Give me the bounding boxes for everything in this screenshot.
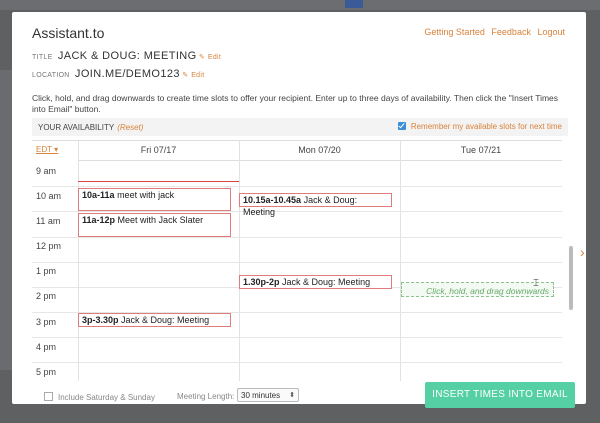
background-panel: [0, 70, 12, 370]
hour-label: 1 pm: [36, 266, 57, 276]
weekend-checkbox[interactable]: [44, 392, 53, 401]
day-header-tue: Tue 07/21: [400, 141, 562, 161]
current-time-line: [78, 181, 239, 182]
hour-label: 3 pm: [36, 317, 57, 327]
background-app-strip: [0, 0, 600, 10]
day-header-mon: Mon 07/20: [239, 141, 400, 161]
timezone-selector[interactable]: EDT ▾: [36, 145, 58, 154]
app-title: Assistant.to: [32, 25, 105, 41]
location-label: LOCATION: [32, 72, 70, 79]
logout-link[interactable]: Logout: [537, 27, 565, 37]
new-slot-drag-area[interactable]: Click, hold, and drag downwards: [401, 282, 554, 297]
hour-line: [32, 186, 562, 187]
title-field: TITLE JACK & DOUG: MEETING ✎ Edit: [32, 50, 221, 62]
hour-label: 4 pm: [36, 342, 57, 352]
column-divider: [239, 141, 240, 381]
hour-label: 5 pm: [36, 367, 57, 377]
pencil-icon[interactable]: ✎: [182, 71, 188, 79]
title-label: TITLE: [32, 54, 53, 61]
text-cursor-icon: ⌶: [533, 278, 539, 289]
day-header-fri: Fri 07/17: [78, 141, 239, 161]
meeting-length-select[interactable]: 30 minutes ⬍: [237, 388, 299, 402]
edit-location-link[interactable]: Edit: [191, 72, 204, 79]
hour-line: [32, 211, 562, 212]
availability-label: YOUR AVAILABILITY: [38, 123, 115, 132]
calendar-event[interactable]: 10a-11a meet with jack: [78, 188, 231, 211]
remember-label: Remember my available slots for next tim…: [410, 122, 562, 131]
location-field: LOCATION JOIN.ME/DEMO123 ✎ Edit: [32, 68, 204, 80]
hour-line: [32, 362, 562, 363]
feedback-link[interactable]: Feedback: [491, 27, 531, 37]
background-tab: [345, 0, 363, 8]
calendar-event[interactable]: 10.15a-10.45a Jack & Doug: Meeting: [239, 193, 392, 217]
calendar-event[interactable]: 11a-12p Meet with Jack Slater: [78, 213, 231, 237]
hour-line: [32, 262, 562, 263]
select-arrows-icon: ⬍: [289, 392, 295, 399]
include-weekend-option[interactable]: Include Saturday & Sunday: [44, 392, 155, 402]
chevron-right-icon[interactable]: ›: [580, 244, 585, 260]
column-divider: [78, 141, 79, 381]
meeting-location: JOIN.ME/DEMO123: [74, 68, 180, 80]
calendar-event[interactable]: 3p-3.30p Jack & Doug: Meeting: [78, 313, 231, 327]
hour-label: 10 am: [36, 191, 62, 201]
edit-title-link[interactable]: Edit: [208, 54, 221, 61]
insert-times-button[interactable]: INSERT TIMES INTO EMAIL: [425, 382, 575, 408]
calendar-grid[interactable]: EDT ▾ Fri 07/17 Mon 07/20 Tue 07/21 9 am…: [32, 140, 562, 381]
hour-line: [32, 237, 562, 238]
instructions-text: Click, hold, and drag downwards to creat…: [32, 93, 559, 114]
column-divider: [400, 141, 401, 381]
remember-slots-option[interactable]: Remember my available slots for next tim…: [397, 122, 562, 131]
getting-started-link[interactable]: Getting Started: [424, 27, 485, 37]
hour-label: 9 am: [36, 166, 57, 176]
top-links: Getting Started Feedback Logout: [420, 27, 565, 37]
remember-checkbox[interactable]: [397, 122, 406, 130]
pencil-icon[interactable]: ✎: [199, 53, 205, 61]
weekend-label: Include Saturday & Sunday: [58, 393, 155, 402]
availability-bar: YOUR AVAILABILITY (Reset) Remember my ava…: [32, 118, 568, 136]
reset-link[interactable]: (Reset): [117, 123, 143, 132]
calendar-event[interactable]: 1.30p-2p Jack & Doug: Meeting: [239, 275, 392, 289]
hour-label: 12 pm: [36, 241, 62, 251]
hour-line: [32, 337, 562, 338]
hour-label: 2 pm: [36, 291, 57, 301]
calendar-scrollbar[interactable]: [569, 246, 573, 310]
meeting-title: JACK & DOUG: MEETING: [57, 50, 197, 62]
scheduling-modal: Assistant.to Getting Started Feedback Lo…: [12, 12, 586, 408]
meeting-length-label: Meeting Length:: [177, 392, 235, 401]
hour-label: 11 am: [36, 216, 61, 226]
